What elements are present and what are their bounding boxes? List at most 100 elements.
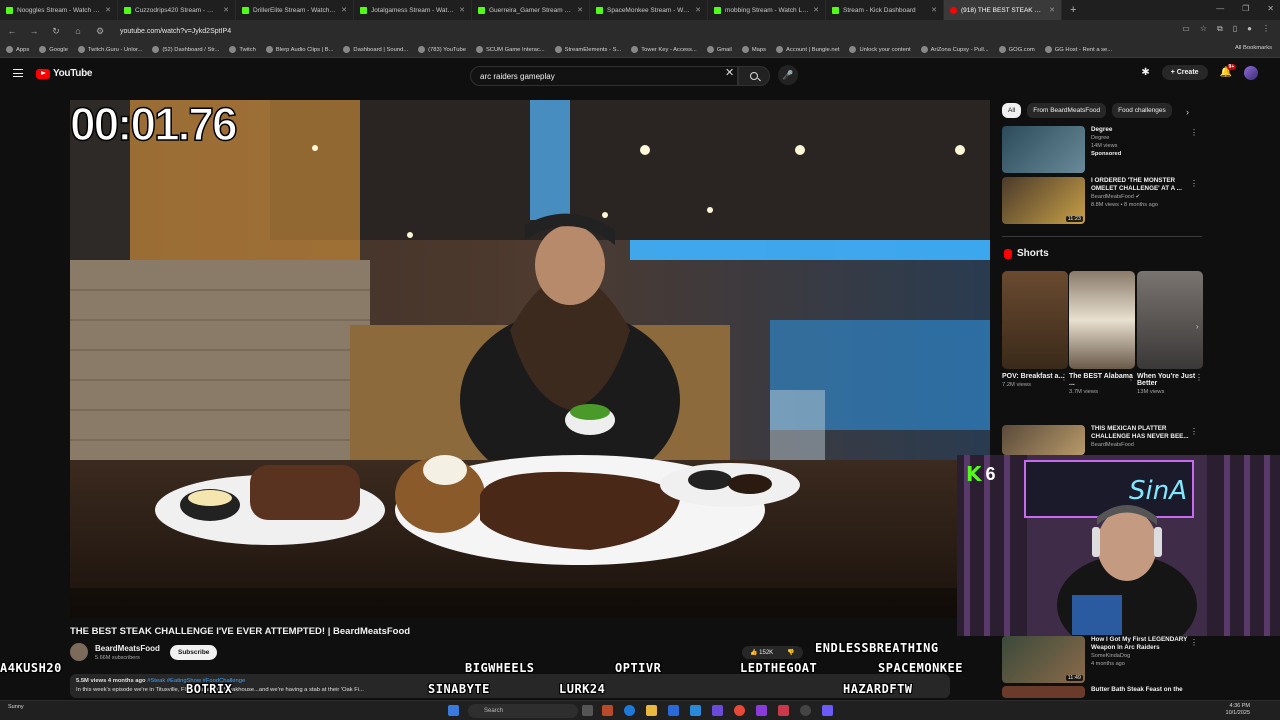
cast-icon[interactable]: ✱ [1141,67,1149,78]
close-window-icon[interactable]: ✕ [1267,4,1274,13]
app-icon[interactable] [602,705,613,716]
bookmark-item[interactable]: Tower Key - Access... [631,46,697,53]
browser-tab[interactable]: mobbing Stream - Watch Live ✕ [708,0,826,20]
weather-widget[interactable]: Sunny [8,704,24,710]
short-thumbnail[interactable] [1002,271,1068,369]
browser-menu-icon[interactable]: ⋮ [1262,24,1270,34]
chip-food-challenges[interactable]: Food challenges [1112,103,1172,118]
file-explorer-icon[interactable] [646,705,657,716]
more-options-icon[interactable]: ⋮ [1190,638,1198,647]
bookmark-item[interactable]: Apps [6,46,29,53]
video-thumbnail[interactable]: 11:23 [1002,177,1085,224]
app-icon[interactable] [778,705,789,716]
notifications-icon[interactable]: 🔔 9+ [1220,64,1237,78]
app-icon[interactable] [690,705,701,716]
bookmark-star-icon[interactable]: ☆ [1200,24,1207,34]
close-tab-icon[interactable]: ✕ [1049,6,1055,14]
channel-name[interactable]: BeardMeatsFood [95,644,160,653]
bookmark-item[interactable]: Account | Bungie.net [776,46,839,53]
app-icon[interactable] [822,705,833,716]
like-icon[interactable]: 👍 152K [750,649,773,656]
voice-search-icon[interactable]: 🎤 [778,65,798,85]
video-player[interactable] [70,100,990,618]
more-options-icon[interactable]: ⋮ [1190,427,1198,436]
search-button[interactable] [738,66,770,86]
minimize-icon[interactable]: — [1216,4,1224,13]
bookmark-item[interactable]: Maps [741,46,766,53]
video-thumbnail[interactable] [1002,425,1085,455]
search-input[interactable]: arc raiders gameplay [470,66,738,86]
bookmark-item[interactable]: Blerp Audio Clips | B... [265,46,333,53]
close-tab-icon[interactable]: ✕ [341,6,347,14]
app-icon[interactable] [756,705,767,716]
account-avatar[interactable] [1244,65,1258,80]
recommendation-item[interactable]: 11:49 How I Got My First LEGENDARY Weapo… [1002,636,1202,683]
bookmark-item[interactable]: Twitch.Guru - Unlor... [77,46,142,53]
edge-icon[interactable] [624,705,635,716]
cast-icon[interactable]: ▭ [1182,24,1190,34]
browser-tab[interactable]: DrillerElite Stream - Watch Live ✕ [236,0,354,20]
sidepanel-icon[interactable]: ▯ [1233,24,1237,34]
create-button[interactable]: + Create [1161,65,1208,80]
back-icon[interactable]: ← [6,26,18,36]
youtube-logo[interactable]: YouTube [36,68,93,79]
chevron-right-icon[interactable]: › [1186,107,1189,117]
browser-tab[interactable]: Jotalgamess Stream - Watch Li... ✕ [354,0,472,20]
close-tab-icon[interactable]: ✕ [695,6,701,14]
more-options-icon[interactable]: ⋮ [1060,373,1068,382]
maximize-icon[interactable]: ❐ [1242,4,1249,13]
close-tab-icon[interactable]: ✕ [931,6,937,14]
obs-icon[interactable] [800,705,811,716]
recommendation-item[interactable]: Butter Bath Steak Feast on the [1002,686,1202,698]
site-info-icon[interactable]: ⚙ [94,26,106,37]
browser-tab[interactable]: SpaceMonkee Stream - Watch ✕ [590,0,708,20]
short-thumbnail[interactable] [1069,271,1135,369]
bookmark-item[interactable]: AriZona Cupsy - Pull... [920,46,989,53]
dislike-icon[interactable]: 👎 [787,649,794,656]
clock[interactable]: 4:36 PM 10/1/2025 [1226,703,1250,717]
more-options-icon[interactable]: ⋮ [1190,179,1198,188]
taskbar-search[interactable]: Search [468,704,578,718]
short-item[interactable]: POV: Breakfast a... 7.2M views ⋮ [1002,271,1068,388]
store-icon[interactable] [668,705,679,716]
close-tab-icon[interactable]: ✕ [223,6,229,14]
bookmark-item[interactable]: GG Host - Rent a se... [1044,46,1112,53]
bookmark-item[interactable]: (783) YouTube [418,46,466,53]
bookmark-item[interactable]: StreamElements - S... [554,46,621,53]
bookmark-item[interactable]: SCUM Game Interac... [475,46,545,53]
browser-tab[interactable]: Guerreira_Gamer Stream - Wat... ✕ [472,0,590,20]
browser-tab-active[interactable]: (918) THE BEST STEAK CHA... ✕ [944,0,1062,20]
like-dislike-button[interactable]: 👍 152K 👎 [742,646,803,659]
video-thumbnail[interactable]: 11:49 [1002,636,1085,683]
bookmark-item[interactable]: (52) Dashboard / Str... [152,46,219,53]
video-thumbnail[interactable] [1002,686,1085,698]
short-item[interactable]: The BEST Alabama ... 3.7M views ⋮ [1069,271,1135,395]
browser-tab[interactable]: Stream - Kick Dashboard ✕ [826,0,944,20]
taskview-icon[interactable] [582,705,593,716]
chip-all[interactable]: All [1002,103,1022,118]
browser-tab[interactable]: Nooggles Stream - Watch Live ✕ [0,0,118,20]
chip-from-channel[interactable]: From BeardMeatsFood [1027,103,1107,118]
more-options-icon[interactable]: ⋮ [1127,373,1135,382]
clear-search-icon[interactable]: ✕ [725,66,734,79]
close-tab-icon[interactable]: ✕ [459,6,465,14]
short-thumbnail[interactable] [1137,271,1203,369]
subscribe-button[interactable]: Subscribe [170,645,218,660]
channel-avatar[interactable] [70,643,88,661]
close-tab-icon[interactable]: ✕ [577,6,583,14]
all-bookmarks-button[interactable]: All Bookmarks [1235,45,1272,51]
close-tab-icon[interactable]: ✕ [105,6,111,14]
reload-icon[interactable]: ↻ [50,26,62,37]
bookmark-item[interactable]: Dashboard | Sound... [343,46,408,53]
forward-icon[interactable]: → [28,26,40,36]
recommendation-item[interactable]: 11:23 I ORDERED 'THE MONSTER OMELET CHAL… [1002,177,1202,224]
browser-tab[interactable]: Cuzzodrips420 Stream - Watch ✕ [118,0,236,20]
bookmark-item[interactable]: Unlock your content [849,46,911,53]
start-icon[interactable] [448,705,459,716]
home-icon[interactable]: ⌂ [72,26,84,36]
bookmark-item[interactable]: Google [39,46,68,53]
hamburger-menu-icon[interactable] [13,69,23,77]
chrome-icon[interactable] [734,705,745,716]
video-thumbnail[interactable] [1002,126,1085,173]
close-tab-icon[interactable]: ✕ [813,6,819,14]
